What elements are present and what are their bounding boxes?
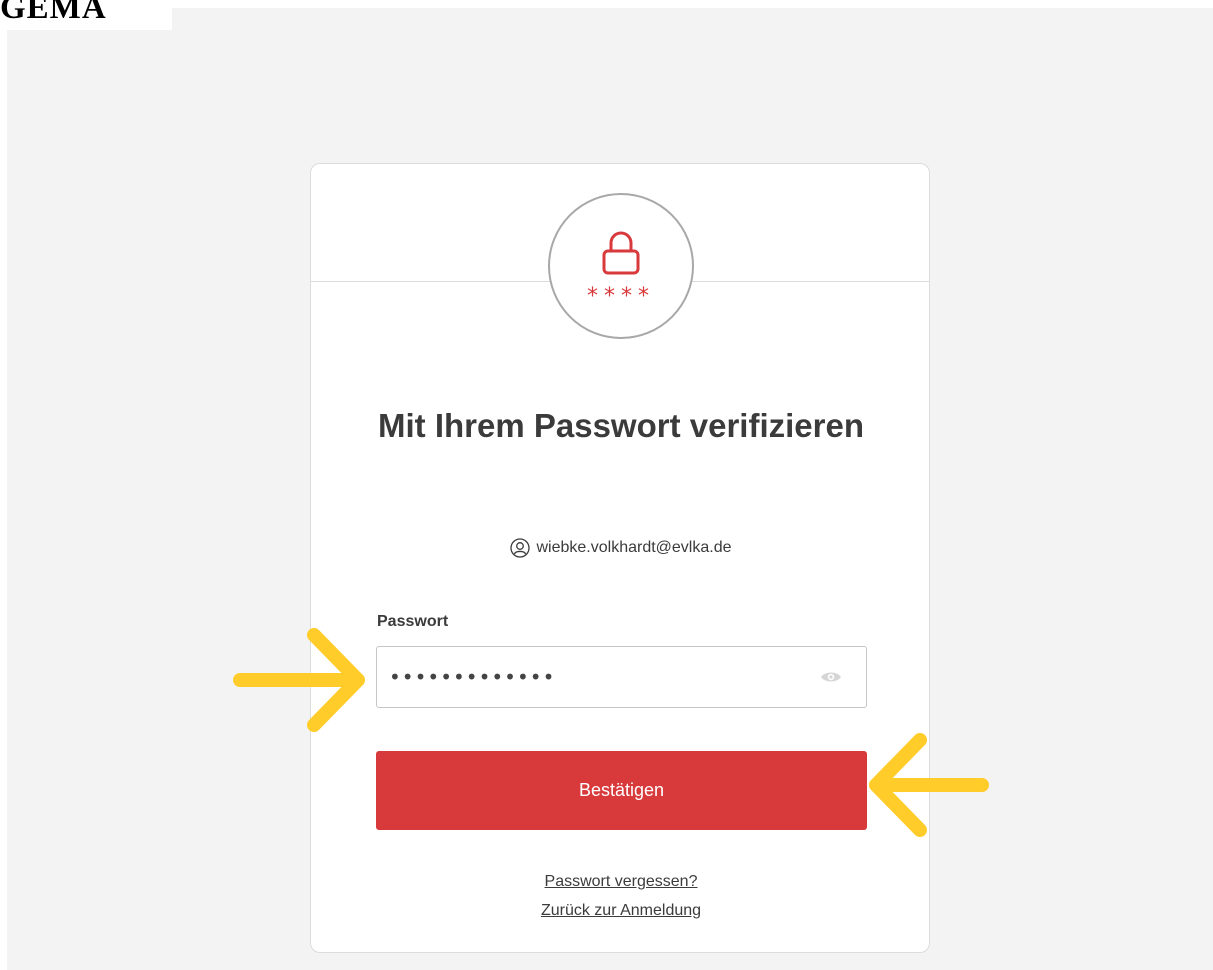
verification-card: **** Mit Ihrem Passwort verifizieren wie…: [310, 163, 930, 953]
annotation-arrow-left-icon: [869, 733, 989, 837]
gema-logo: GEMA: [0, 0, 172, 30]
badge-mask-text: ****: [587, 284, 655, 309]
user-email: wiebke.volkhardt@evlka.de: [536, 539, 732, 556]
password-input[interactable]: [389, 655, 809, 699]
back-to-login-link[interactable]: Zurück zur Anmeldung: [311, 902, 931, 920]
lock-icon: ****: [587, 231, 655, 309]
password-badge: ****: [548, 193, 694, 339]
user-identity: wiebke.volkhardt@evlka.de: [311, 538, 931, 558]
annotation-arrow-right-icon: [233, 628, 365, 732]
page-title: Mit Ihrem Passwort verifizieren: [378, 407, 864, 444]
logo-text: GEMA: [0, 0, 107, 26]
password-field[interactable]: [376, 646, 867, 708]
forgot-password-link[interactable]: Passwort vergessen?: [311, 873, 931, 891]
user-circle-icon: [510, 538, 531, 558]
eye-icon[interactable]: [820, 669, 842, 685]
confirm-button[interactable]: Bestätigen: [376, 751, 867, 830]
password-label: Passwort: [377, 613, 449, 630]
